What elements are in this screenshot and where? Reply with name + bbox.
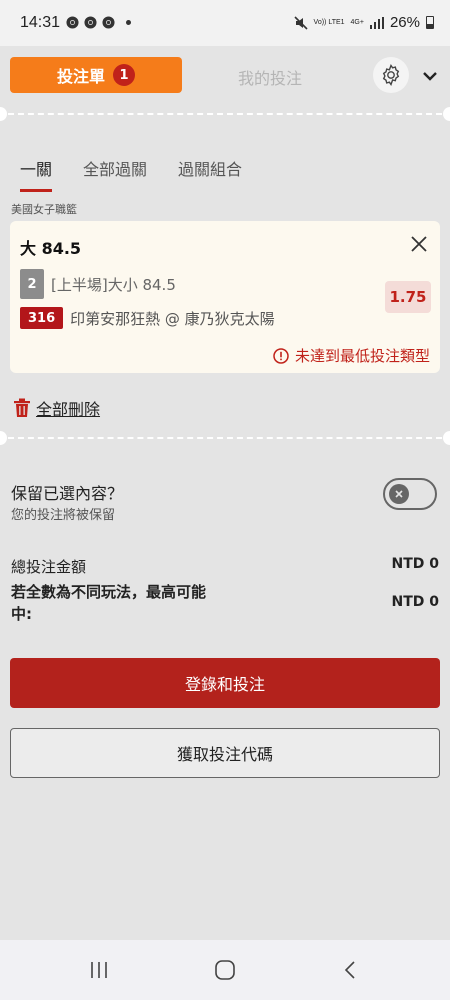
- settings-gear-icon[interactable]: [373, 57, 409, 93]
- close-icon[interactable]: [408, 233, 430, 255]
- back-icon[interactable]: [339, 958, 363, 982]
- odds-value: 1.75: [385, 281, 431, 313]
- status-bar: 14:31 Vo)) LTE1 4G+ 26%: [0, 0, 450, 46]
- max-win-value: NTD 0: [391, 594, 439, 610]
- network-type-label: 4G+: [350, 19, 364, 26]
- match-row: 316 印第安那狂熱 @ 康乃狄克太陽: [20, 307, 275, 329]
- status-time: 14:31: [20, 14, 61, 31]
- market-row: 2 [上半場]大小 84.5: [20, 269, 176, 299]
- volte-indicator: Vo)) LTE1: [314, 19, 345, 26]
- chrome-icon: [102, 16, 115, 29]
- delete-all-button[interactable]: 全部刪除: [13, 396, 100, 420]
- betslip-header: 投注單 1 我的投注: [0, 46, 450, 108]
- market-name: [上半場]大小 84.5: [51, 275, 176, 294]
- betslip-panel: 投注單 1 我的投注 一關 全部過關 過關組合 美國女子職籃 大 84.5 2 …: [0, 46, 450, 940]
- get-bet-code-button[interactable]: 獲取投注代碼: [10, 728, 440, 778]
- battery-percent: 26%: [389, 14, 420, 31]
- ticket-divider: [0, 431, 450, 445]
- betslip-count-badge: 1: [113, 64, 135, 86]
- ticket-notch-right: [443, 431, 450, 445]
- bet-selection-card: 大 84.5 2 [上半場]大小 84.5 316 印第安那狂熱 @ 康乃狄克太…: [10, 221, 440, 373]
- keep-selection-title: 保留已選內容？: [11, 484, 124, 503]
- tab-parlay-combo[interactable]: 過關組合: [178, 156, 242, 192]
- dashed-line: [8, 437, 442, 439]
- warning-message: 未達到最低投注類型: [273, 345, 430, 366]
- mute-icon: [293, 15, 308, 30]
- tab-single[interactable]: 一關: [20, 156, 53, 192]
- bet-type-tabs: 一關 全部過關 過關組合: [20, 156, 273, 192]
- x-icon: [395, 490, 403, 498]
- betslip-tab-button[interactable]: 投注單 1: [10, 57, 182, 93]
- league-name: 美國女子職籃: [11, 203, 77, 216]
- selection-title: 大 84.5: [20, 239, 82, 258]
- total-stake-label: 總投注金額: [11, 558, 87, 576]
- signal-icon: [369, 16, 384, 29]
- network-type-indicator: 4G+: [351, 19, 364, 26]
- login-and-bet-button[interactable]: 登錄和投注: [10, 658, 440, 708]
- match-code-badge: 316: [20, 307, 64, 329]
- alert-circle-icon: [273, 347, 289, 364]
- ticket-notch-left: [0, 431, 7, 445]
- ticket-notch-right: [443, 107, 450, 121]
- max-win-label: 若全數為不同玩法，最高可能中:: [11, 583, 207, 623]
- toggle-knob: [389, 484, 409, 504]
- market-number-badge: 2: [20, 269, 44, 299]
- tab-all-parlay[interactable]: 全部過關: [83, 156, 147, 192]
- battery-icon: [426, 16, 434, 29]
- recent-apps-icon[interactable]: [87, 958, 111, 982]
- notification-icons: [66, 16, 131, 29]
- volte-label: Vo)) LTE1: [313, 19, 345, 26]
- keep-selection-toggle[interactable]: [383, 478, 437, 510]
- ticket-notch-left: [0, 107, 7, 121]
- more-notifications-dot: [126, 20, 131, 25]
- delete-all-label: 全部刪除: [36, 400, 101, 419]
- my-bets-tab[interactable]: 我的投注: [200, 65, 340, 89]
- total-stake-value: NTD 0: [391, 556, 439, 572]
- dashed-line: [8, 113, 442, 115]
- home-icon[interactable]: [213, 958, 237, 982]
- chrome-icon: [84, 16, 97, 29]
- match-name: 印第安那狂熱 @ 康乃狄克太陽: [70, 309, 275, 328]
- warning-text: 未達到最低投注類型: [294, 347, 430, 365]
- betslip-label: 投注單: [56, 67, 105, 86]
- system-nav-bar: [0, 940, 450, 1000]
- keep-selection-subtitle: 您的投注將被保留: [11, 508, 116, 523]
- ticket-divider: [0, 107, 450, 121]
- system-indicators: Vo)) LTE1 4G+ 26%: [293, 14, 434, 31]
- chrome-icon: [66, 16, 79, 29]
- chevron-down-icon[interactable]: [420, 66, 440, 86]
- trash-icon: [14, 398, 30, 417]
